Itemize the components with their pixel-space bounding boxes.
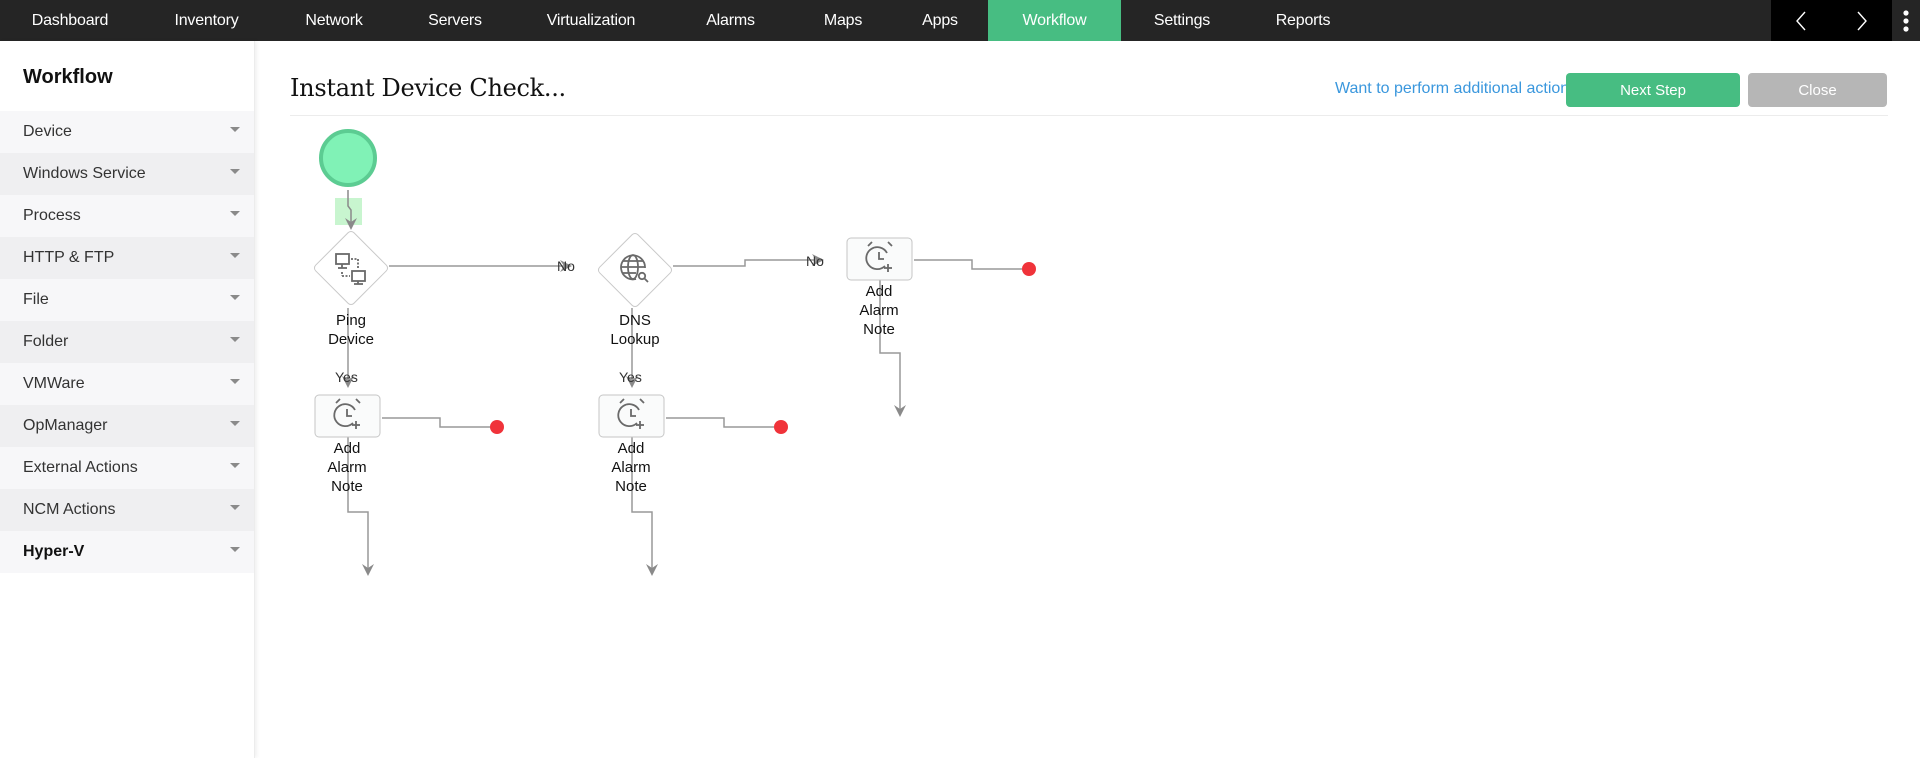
end-dot[interactable] [1022, 262, 1036, 276]
edge-note1-end [382, 417, 490, 428]
alarm-note-label: Add Alarm Note [859, 283, 899, 338]
workflow-canvas: Ping Device DNS Lookup Add Alarm Note Ad… [0, 0, 1920, 758]
edge-label-yes: Yes [619, 369, 642, 385]
end-dot[interactable] [774, 420, 788, 434]
node-add-alarm-note[interactable] [846, 237, 913, 281]
start-node[interactable] [319, 129, 377, 187]
ping-device-label: Ping Device [328, 312, 374, 348]
alarm-note-label: Add Alarm Note [327, 440, 367, 495]
edge-label-no: No [806, 253, 824, 269]
edge-note3-end [914, 259, 1022, 270]
node-dns-lookup[interactable] [597, 232, 673, 308]
end-dot[interactable] [490, 420, 504, 434]
edge-label-no: No [557, 258, 575, 274]
edge-note2-end [666, 417, 774, 428]
node-ping-device[interactable] [313, 230, 389, 306]
edge-dns-no [673, 254, 824, 267]
node-add-alarm-note[interactable] [314, 394, 381, 438]
edge-label-yes: Yes [335, 369, 358, 385]
workflow-edges [313, 129, 1036, 576]
node-add-alarm-note[interactable] [598, 394, 665, 438]
dns-lookup-label: DNS Lookup [610, 312, 660, 348]
alarm-note-label: Add Alarm Note [611, 440, 651, 495]
